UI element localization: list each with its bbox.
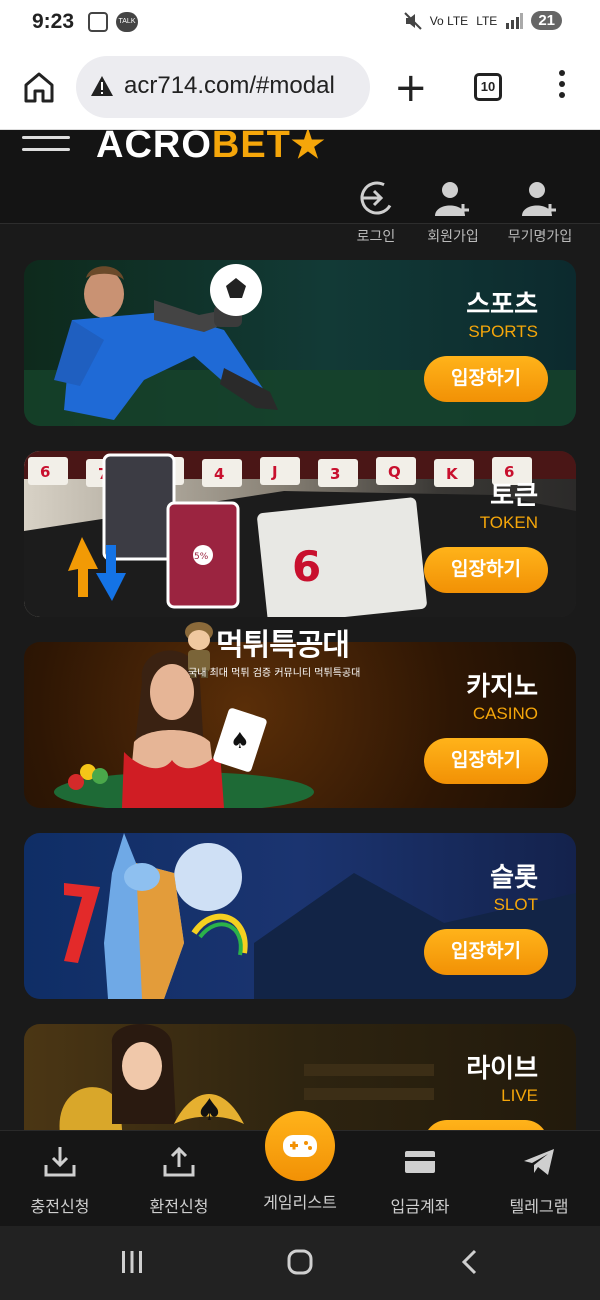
login-label: 로그인 (356, 229, 396, 245)
exchange-request-button[interactable]: 환전신청 (124, 1145, 234, 1217)
enter-token-button[interactable]: 입장하기 (424, 547, 548, 593)
upload-icon (163, 1146, 195, 1177)
browser-menu-button[interactable] (552, 70, 572, 104)
playing-card-rank: 6 (40, 463, 50, 481)
recent-apps-icon[interactable] (118, 1248, 146, 1276)
token-card[interactable]: 6724J3QK6 6 5% 토큰 TOKEN 입장하기 (24, 451, 576, 617)
new-tab-button[interactable]: + (394, 68, 428, 108)
enter-casino-button[interactable]: 입장하기 (424, 738, 548, 784)
address-bar[interactable]: acr714.com/#modal (76, 56, 370, 118)
playing-card-rank: K (446, 465, 459, 483)
sports-card[interactable]: 스포츠 SPORTS 입장하기 (24, 260, 576, 426)
card-title: 라이브 (466, 1054, 538, 1084)
nav-label: 텔레그램 (509, 1197, 569, 1216)
playing-card-rank-tile (260, 457, 300, 485)
tab-switcher-button[interactable]: 10 (474, 73, 502, 101)
site-header: ACROBET★ 로그인 회원가입 무기명가입 (0, 130, 600, 245)
charge-request-button[interactable]: 충전신청 (5, 1145, 115, 1217)
playing-card-rank: 3 (330, 465, 340, 483)
mute-icon (404, 11, 422, 30)
network-label: Vo LTE (429, 13, 469, 28)
login-icon (360, 181, 394, 215)
nav-label: 입금계좌 (390, 1197, 450, 1216)
enter-sports-button[interactable]: 입장하기 (424, 356, 548, 402)
back-icon[interactable] (456, 1248, 484, 1276)
login-button[interactable]: 로그인 (350, 178, 402, 246)
svg-text:5%: 5% (194, 552, 209, 562)
battery-indicator: 21 (531, 11, 562, 30)
card-title: 토큰 (490, 481, 538, 511)
card-subtitle: SPORTS (468, 322, 538, 341)
telegram-button[interactable]: 텔레그램 (484, 1145, 594, 1217)
enter-slot-button[interactable]: 입장하기 (424, 929, 548, 975)
watermark-title: 먹튀특공대 (216, 628, 350, 663)
add-user-icon (522, 182, 556, 216)
playing-card-rank: 4 (214, 465, 224, 483)
game-list-label-item[interactable]: 게임리스트 (245, 1189, 355, 1213)
bottom-navigation: 충전신청 환전신청 게임리스트 입금계좌 텔레그램 (0, 1111, 600, 1226)
system-navigation-bar (0, 1226, 600, 1300)
status-bar: 9:23 TALK Vo LTE LTE 21 (0, 0, 600, 48)
lte-label: LTE (476, 13, 498, 28)
hamburger-menu-button[interactable] (22, 136, 70, 162)
browser-toolbar: acr714.com/#modal + 10 (0, 48, 600, 130)
svg-text:6: 6 (292, 542, 321, 591)
game-list-button[interactable] (265, 1111, 335, 1181)
home-icon[interactable] (22, 70, 56, 104)
url-text: acr714.com/#modal (124, 72, 335, 99)
signal-icon (506, 12, 524, 29)
card-subtitle: SLOT (493, 895, 538, 914)
talk-icon: TALK (116, 12, 138, 32)
screenshot-icon (88, 12, 108, 32)
deposit-account-button[interactable]: 입금계좌 (365, 1145, 475, 1217)
svg-text:♠: ♠ (196, 1093, 223, 1128)
signup-button[interactable]: 회원가입 (420, 178, 486, 246)
watermark-subtitle: 국내 최대 먹튀 검증 커뮤니티 먹튀특공대 (188, 668, 361, 679)
card-subtitle: CASINO (472, 704, 538, 723)
nav-label: 환전신청 (149, 1197, 209, 1216)
playing-card-rank: J (271, 463, 278, 481)
playing-card-rank: Q (388, 463, 401, 481)
watermark: 먹튀특공대 국내 최대 먹튀 검증 커뮤니티 먹튀특공대 (182, 620, 422, 680)
nav-label: 게임리스트 (263, 1193, 337, 1212)
card-title: 카지노 (466, 672, 538, 702)
site-logo[interactable]: ACROBET★ (96, 130, 326, 160)
add-user-icon (435, 182, 469, 216)
signup-label: 회원가입 (427, 229, 479, 245)
nav-label: 충전신청 (30, 1197, 90, 1216)
card-title: 스포츠 (466, 290, 538, 320)
status-time: 9:23 (32, 10, 75, 33)
warning-icon (91, 76, 113, 96)
home-circle-icon[interactable] (286, 1248, 314, 1276)
card-subtitle: LIVE (501, 1086, 538, 1105)
anonymous-signup-label: 무기명가입 (507, 229, 573, 245)
telegram-icon (524, 1149, 554, 1175)
svg-text:♠: ♠ (230, 729, 250, 754)
slot-card[interactable]: 슬롯 SLOT 입장하기 (24, 833, 576, 999)
card-title: 슬롯 (490, 863, 538, 893)
download-icon (44, 1147, 76, 1177)
card-subtitle: TOKEN (479, 513, 538, 532)
card-icon (405, 1151, 435, 1173)
anonymous-signup-button[interactable]: 무기명가입 (500, 178, 580, 246)
gamepad-icon (283, 1135, 317, 1157)
